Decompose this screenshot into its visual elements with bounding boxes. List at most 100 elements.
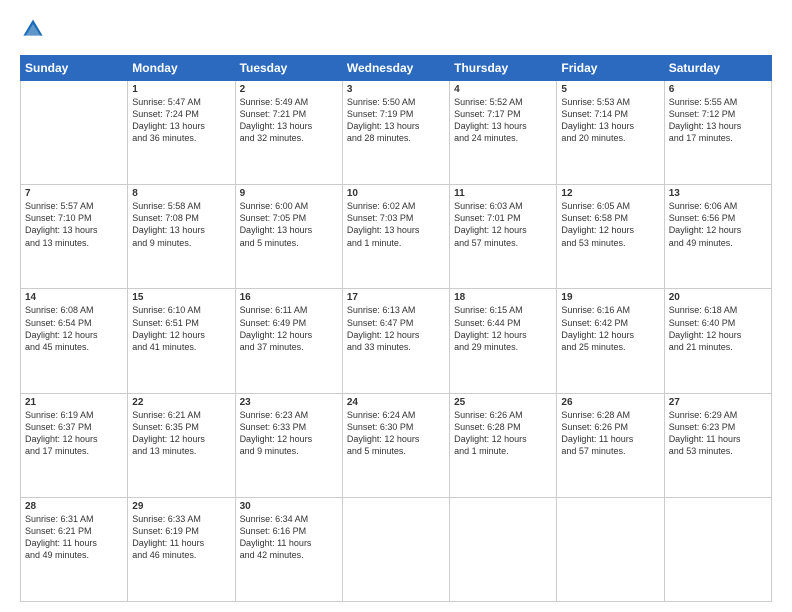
- day-number: 23: [240, 397, 338, 408]
- day-number: 16: [240, 292, 338, 303]
- weekday-header: Monday: [128, 56, 235, 81]
- day-number: 28: [25, 501, 123, 512]
- day-number: 20: [669, 292, 767, 303]
- day-number: 12: [561, 188, 659, 199]
- day-number: 29: [132, 501, 230, 512]
- calendar-week-row: 14Sunrise: 6:08 AM Sunset: 6:54 PM Dayli…: [21, 289, 772, 393]
- day-number: 18: [454, 292, 552, 303]
- day-info: Sunrise: 6:33 AM Sunset: 6:19 PM Dayligh…: [132, 513, 230, 562]
- logo: [20, 18, 46, 45]
- day-number: 5: [561, 84, 659, 95]
- day-info: Sunrise: 6:10 AM Sunset: 6:51 PM Dayligh…: [132, 304, 230, 353]
- day-info: Sunrise: 6:16 AM Sunset: 6:42 PM Dayligh…: [561, 304, 659, 353]
- calendar-cell: 12Sunrise: 6:05 AM Sunset: 6:58 PM Dayli…: [557, 185, 664, 289]
- day-info: Sunrise: 6:28 AM Sunset: 6:26 PM Dayligh…: [561, 409, 659, 458]
- calendar-cell: 18Sunrise: 6:15 AM Sunset: 6:44 PM Dayli…: [450, 289, 557, 393]
- day-number: 9: [240, 188, 338, 199]
- calendar-cell: 14Sunrise: 6:08 AM Sunset: 6:54 PM Dayli…: [21, 289, 128, 393]
- calendar-cell: 1Sunrise: 5:47 AM Sunset: 7:24 PM Daylig…: [128, 81, 235, 185]
- day-number: 11: [454, 188, 552, 199]
- day-number: 3: [347, 84, 445, 95]
- calendar-week-row: 1Sunrise: 5:47 AM Sunset: 7:24 PM Daylig…: [21, 81, 772, 185]
- calendar-cell: 2Sunrise: 5:49 AM Sunset: 7:21 PM Daylig…: [235, 81, 342, 185]
- weekday-header: Thursday: [450, 56, 557, 81]
- day-number: 1: [132, 84, 230, 95]
- day-number: 8: [132, 188, 230, 199]
- day-number: 19: [561, 292, 659, 303]
- weekday-header: Wednesday: [342, 56, 449, 81]
- day-number: 17: [347, 292, 445, 303]
- calendar-cell: [21, 81, 128, 185]
- calendar-cell: 5Sunrise: 5:53 AM Sunset: 7:14 PM Daylig…: [557, 81, 664, 185]
- header: [20, 18, 772, 45]
- day-number: 7: [25, 188, 123, 199]
- calendar-cell: 27Sunrise: 6:29 AM Sunset: 6:23 PM Dayli…: [664, 393, 771, 497]
- calendar-cell: 10Sunrise: 6:02 AM Sunset: 7:03 PM Dayli…: [342, 185, 449, 289]
- day-info: Sunrise: 6:18 AM Sunset: 6:40 PM Dayligh…: [669, 304, 767, 353]
- day-info: Sunrise: 5:50 AM Sunset: 7:19 PM Dayligh…: [347, 96, 445, 145]
- day-info: Sunrise: 6:21 AM Sunset: 6:35 PM Dayligh…: [132, 409, 230, 458]
- calendar-cell: [342, 497, 449, 601]
- day-number: 2: [240, 84, 338, 95]
- day-number: 21: [25, 397, 123, 408]
- day-info: Sunrise: 6:26 AM Sunset: 6:28 PM Dayligh…: [454, 409, 552, 458]
- calendar-cell: [557, 497, 664, 601]
- calendar-cell: 11Sunrise: 6:03 AM Sunset: 7:01 PM Dayli…: [450, 185, 557, 289]
- day-info: Sunrise: 6:08 AM Sunset: 6:54 PM Dayligh…: [25, 304, 123, 353]
- calendar-cell: 13Sunrise: 6:06 AM Sunset: 6:56 PM Dayli…: [664, 185, 771, 289]
- day-number: 4: [454, 84, 552, 95]
- day-info: Sunrise: 6:13 AM Sunset: 6:47 PM Dayligh…: [347, 304, 445, 353]
- day-info: Sunrise: 5:58 AM Sunset: 7:08 PM Dayligh…: [132, 200, 230, 249]
- day-number: 10: [347, 188, 445, 199]
- logo-icon: [22, 18, 44, 40]
- weekday-header-row: SundayMondayTuesdayWednesdayThursdayFrid…: [21, 56, 772, 81]
- calendar-cell: 3Sunrise: 5:50 AM Sunset: 7:19 PM Daylig…: [342, 81, 449, 185]
- day-number: 30: [240, 501, 338, 512]
- day-info: Sunrise: 6:03 AM Sunset: 7:01 PM Dayligh…: [454, 200, 552, 249]
- day-info: Sunrise: 6:24 AM Sunset: 6:30 PM Dayligh…: [347, 409, 445, 458]
- day-info: Sunrise: 5:57 AM Sunset: 7:10 PM Dayligh…: [25, 200, 123, 249]
- day-info: Sunrise: 6:02 AM Sunset: 7:03 PM Dayligh…: [347, 200, 445, 249]
- day-info: Sunrise: 6:31 AM Sunset: 6:21 PM Dayligh…: [25, 513, 123, 562]
- day-info: Sunrise: 5:52 AM Sunset: 7:17 PM Dayligh…: [454, 96, 552, 145]
- calendar-cell: 26Sunrise: 6:28 AM Sunset: 6:26 PM Dayli…: [557, 393, 664, 497]
- day-info: Sunrise: 6:00 AM Sunset: 7:05 PM Dayligh…: [240, 200, 338, 249]
- calendar-cell: 17Sunrise: 6:13 AM Sunset: 6:47 PM Dayli…: [342, 289, 449, 393]
- day-info: Sunrise: 6:23 AM Sunset: 6:33 PM Dayligh…: [240, 409, 338, 458]
- day-info: Sunrise: 5:47 AM Sunset: 7:24 PM Dayligh…: [132, 96, 230, 145]
- calendar-cell: 16Sunrise: 6:11 AM Sunset: 6:49 PM Dayli…: [235, 289, 342, 393]
- weekday-header: Friday: [557, 56, 664, 81]
- calendar-cell: 23Sunrise: 6:23 AM Sunset: 6:33 PM Dayli…: [235, 393, 342, 497]
- calendar-cell: 6Sunrise: 5:55 AM Sunset: 7:12 PM Daylig…: [664, 81, 771, 185]
- day-number: 22: [132, 397, 230, 408]
- day-info: Sunrise: 6:19 AM Sunset: 6:37 PM Dayligh…: [25, 409, 123, 458]
- calendar-cell: 19Sunrise: 6:16 AM Sunset: 6:42 PM Dayli…: [557, 289, 664, 393]
- day-number: 14: [25, 292, 123, 303]
- weekday-header: Sunday: [21, 56, 128, 81]
- calendar-cell: 25Sunrise: 6:26 AM Sunset: 6:28 PM Dayli…: [450, 393, 557, 497]
- calendar-cell: [664, 497, 771, 601]
- page: SundayMondayTuesdayWednesdayThursdayFrid…: [0, 0, 792, 612]
- day-number: 13: [669, 188, 767, 199]
- calendar-cell: 7Sunrise: 5:57 AM Sunset: 7:10 PM Daylig…: [21, 185, 128, 289]
- calendar-week-row: 28Sunrise: 6:31 AM Sunset: 6:21 PM Dayli…: [21, 497, 772, 601]
- calendar-cell: 29Sunrise: 6:33 AM Sunset: 6:19 PM Dayli…: [128, 497, 235, 601]
- calendar-cell: [450, 497, 557, 601]
- weekday-header: Saturday: [664, 56, 771, 81]
- day-number: 24: [347, 397, 445, 408]
- day-info: Sunrise: 6:29 AM Sunset: 6:23 PM Dayligh…: [669, 409, 767, 458]
- calendar-cell: 15Sunrise: 6:10 AM Sunset: 6:51 PM Dayli…: [128, 289, 235, 393]
- calendar-table: SundayMondayTuesdayWednesdayThursdayFrid…: [20, 55, 772, 602]
- day-info: Sunrise: 5:49 AM Sunset: 7:21 PM Dayligh…: [240, 96, 338, 145]
- day-info: Sunrise: 6:34 AM Sunset: 6:16 PM Dayligh…: [240, 513, 338, 562]
- day-number: 27: [669, 397, 767, 408]
- day-info: Sunrise: 6:15 AM Sunset: 6:44 PM Dayligh…: [454, 304, 552, 353]
- calendar-week-row: 7Sunrise: 5:57 AM Sunset: 7:10 PM Daylig…: [21, 185, 772, 289]
- day-info: Sunrise: 6:06 AM Sunset: 6:56 PM Dayligh…: [669, 200, 767, 249]
- day-number: 15: [132, 292, 230, 303]
- calendar-cell: 30Sunrise: 6:34 AM Sunset: 6:16 PM Dayli…: [235, 497, 342, 601]
- calendar-cell: 24Sunrise: 6:24 AM Sunset: 6:30 PM Dayli…: [342, 393, 449, 497]
- calendar-cell: 21Sunrise: 6:19 AM Sunset: 6:37 PM Dayli…: [21, 393, 128, 497]
- weekday-header: Tuesday: [235, 56, 342, 81]
- day-info: Sunrise: 5:55 AM Sunset: 7:12 PM Dayligh…: [669, 96, 767, 145]
